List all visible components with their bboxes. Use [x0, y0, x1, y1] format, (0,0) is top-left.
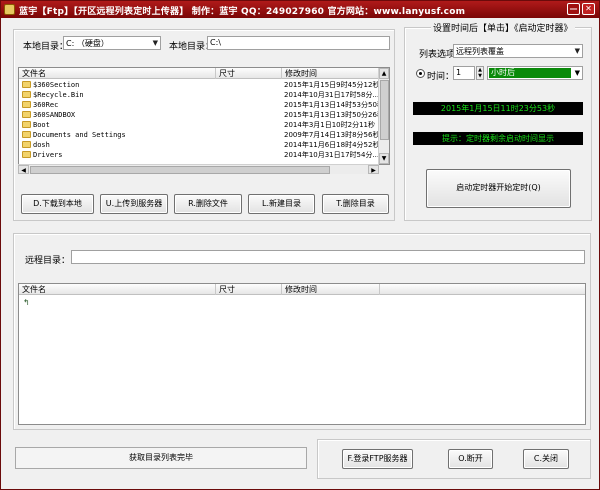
col-modified[interactable]: 修改时间: [282, 284, 380, 295]
col-filename[interactable]: 文件名: [19, 284, 216, 295]
list-item[interactable]: $360Section 2015年1月15日9时45分12秒: [19, 80, 389, 90]
time-input[interactable]: 1: [453, 66, 475, 80]
drive-select[interactable]: C: （硬盘） ▼: [63, 36, 161, 50]
folder-icon: [22, 121, 31, 128]
col-size[interactable]: 尺寸: [216, 284, 282, 295]
list-item[interactable]: dosh 2014年11月6日18时4分52秒: [19, 140, 389, 150]
folder-icon: [22, 81, 31, 88]
list-option-select[interactable]: 远程列表覆盖 ▼: [453, 44, 583, 58]
close-button[interactable]: C.关闭: [523, 449, 569, 469]
delete-file-button[interactable]: R.删除文件: [174, 194, 242, 214]
time-unit-value: 小时后: [489, 68, 571, 78]
list-option-label: 列表选项: [419, 50, 456, 60]
local-hscrollbar[interactable]: ◀ ▶: [18, 164, 379, 174]
window-title: 蓝宇【Ftp】【开区远程列表定时上传器】 制作：蓝宇 QQ：249027960 …: [19, 7, 466, 17]
list-item[interactable]: Boot 2014年3月1日10时2分11秒: [19, 120, 389, 130]
scroll-up-icon[interactable]: ▲: [379, 68, 389, 79]
list-item[interactable]: Drivers 2014年10月31日17时54分...: [19, 150, 389, 160]
folder-icon: [22, 91, 31, 98]
time-unit-select[interactable]: 小时后 ▼: [487, 66, 583, 80]
time-radio[interactable]: [416, 69, 425, 78]
folder-icon: [22, 141, 31, 148]
scroll-thumb[interactable]: [380, 80, 389, 140]
list-item[interactable]: 360SANDBOX 2015年1月13日13时50分26秒: [19, 110, 389, 120]
remote-dir-label: 远程目录：: [25, 256, 71, 266]
list-item[interactable]: $Recycle.Bin 2014年10月31日17时58分...: [19, 90, 389, 100]
remote-dir-input[interactable]: [71, 250, 585, 264]
time-label: 时间：: [427, 72, 455, 82]
status-bar: 获取目录列表完毕: [15, 447, 307, 469]
col-size[interactable]: 尺寸: [216, 68, 282, 79]
col-filename[interactable]: 文件名: [19, 68, 216, 79]
scroll-right-icon[interactable]: ▶: [368, 165, 379, 174]
chevron-down-icon: ▼: [574, 69, 580, 77]
app-window: 蓝宇【Ftp】【开区远程列表定时上传器】 制作：蓝宇 QQ：249027960 …: [0, 0, 600, 490]
parent-folder-icon[interactable]: ↰: [23, 298, 30, 307]
delete-dir-button[interactable]: T.删除目录: [322, 194, 389, 214]
upload-button[interactable]: U.上传到服务器: [100, 194, 168, 214]
timer-group-title: 设置时间后【单击】《启动定时器》: [431, 21, 575, 34]
remote-file-list[interactable]: 文件名 尺寸 修改时间 ↰: [18, 283, 586, 425]
folder-icon: [22, 101, 31, 108]
scroll-left-icon[interactable]: ◀: [18, 165, 29, 174]
list-item[interactable]: Documents and Settings 2009年7月14日13时8分56秒: [19, 130, 389, 140]
local-list-header: 文件名 尺寸 修改时间: [19, 68, 389, 79]
folder-icon: [22, 131, 31, 138]
folder-icon: [22, 111, 31, 118]
chevron-down-icon: ▼: [574, 47, 580, 55]
col-modified[interactable]: 修改时间: [282, 68, 380, 79]
scroll-down-icon[interactable]: ▼: [379, 153, 389, 164]
remote-list-header: 文件名 尺寸 修改时间: [19, 284, 585, 295]
list-item[interactable]: 360Rec 2015年1月13日14时53分50秒: [19, 100, 389, 110]
hscroll-thumb[interactable]: [30, 166, 330, 174]
spin-down-icon[interactable]: ▼: [478, 73, 482, 79]
download-button[interactable]: D.下载到本地: [21, 194, 94, 214]
close-window-button[interactable]: ✕: [582, 3, 595, 15]
login-ftp-button[interactable]: F.登录FTP服务器: [342, 449, 413, 469]
minimize-button[interactable]: —: [567, 3, 580, 15]
title-bar[interactable]: 蓝宇【Ftp】【开区远程列表定时上传器】 制作：蓝宇 QQ：249027960 …: [1, 1, 599, 18]
start-timer-button[interactable]: 启动定时器开始定时(Q): [426, 169, 571, 208]
local-vscrollbar[interactable]: ▲ ▼: [378, 68, 389, 164]
local-dir-input[interactable]: C:\: [207, 36, 390, 50]
time-spinner[interactable]: ▲ ▼: [476, 66, 484, 80]
disconnect-button[interactable]: O.断开: [448, 449, 493, 469]
chevron-down-icon: ▼: [152, 39, 158, 47]
list-option-value: 远程列表覆盖: [456, 47, 504, 56]
new-dir-button[interactable]: L.新建目录: [248, 194, 315, 214]
app-icon: [4, 4, 15, 15]
local-drive-label: 本地目录：: [23, 42, 69, 52]
local-file-list[interactable]: 文件名 尺寸 修改时间 $360Section 2015年1月15日9时45分12…: [18, 67, 390, 165]
countdown-hint: 提示：定时器剩余启动时间显示: [413, 132, 583, 145]
drive-select-value: C: （硬盘）: [66, 39, 109, 48]
clock-display: 2015年1月15日11时23分53秒: [413, 102, 583, 115]
folder-icon: [22, 151, 31, 158]
